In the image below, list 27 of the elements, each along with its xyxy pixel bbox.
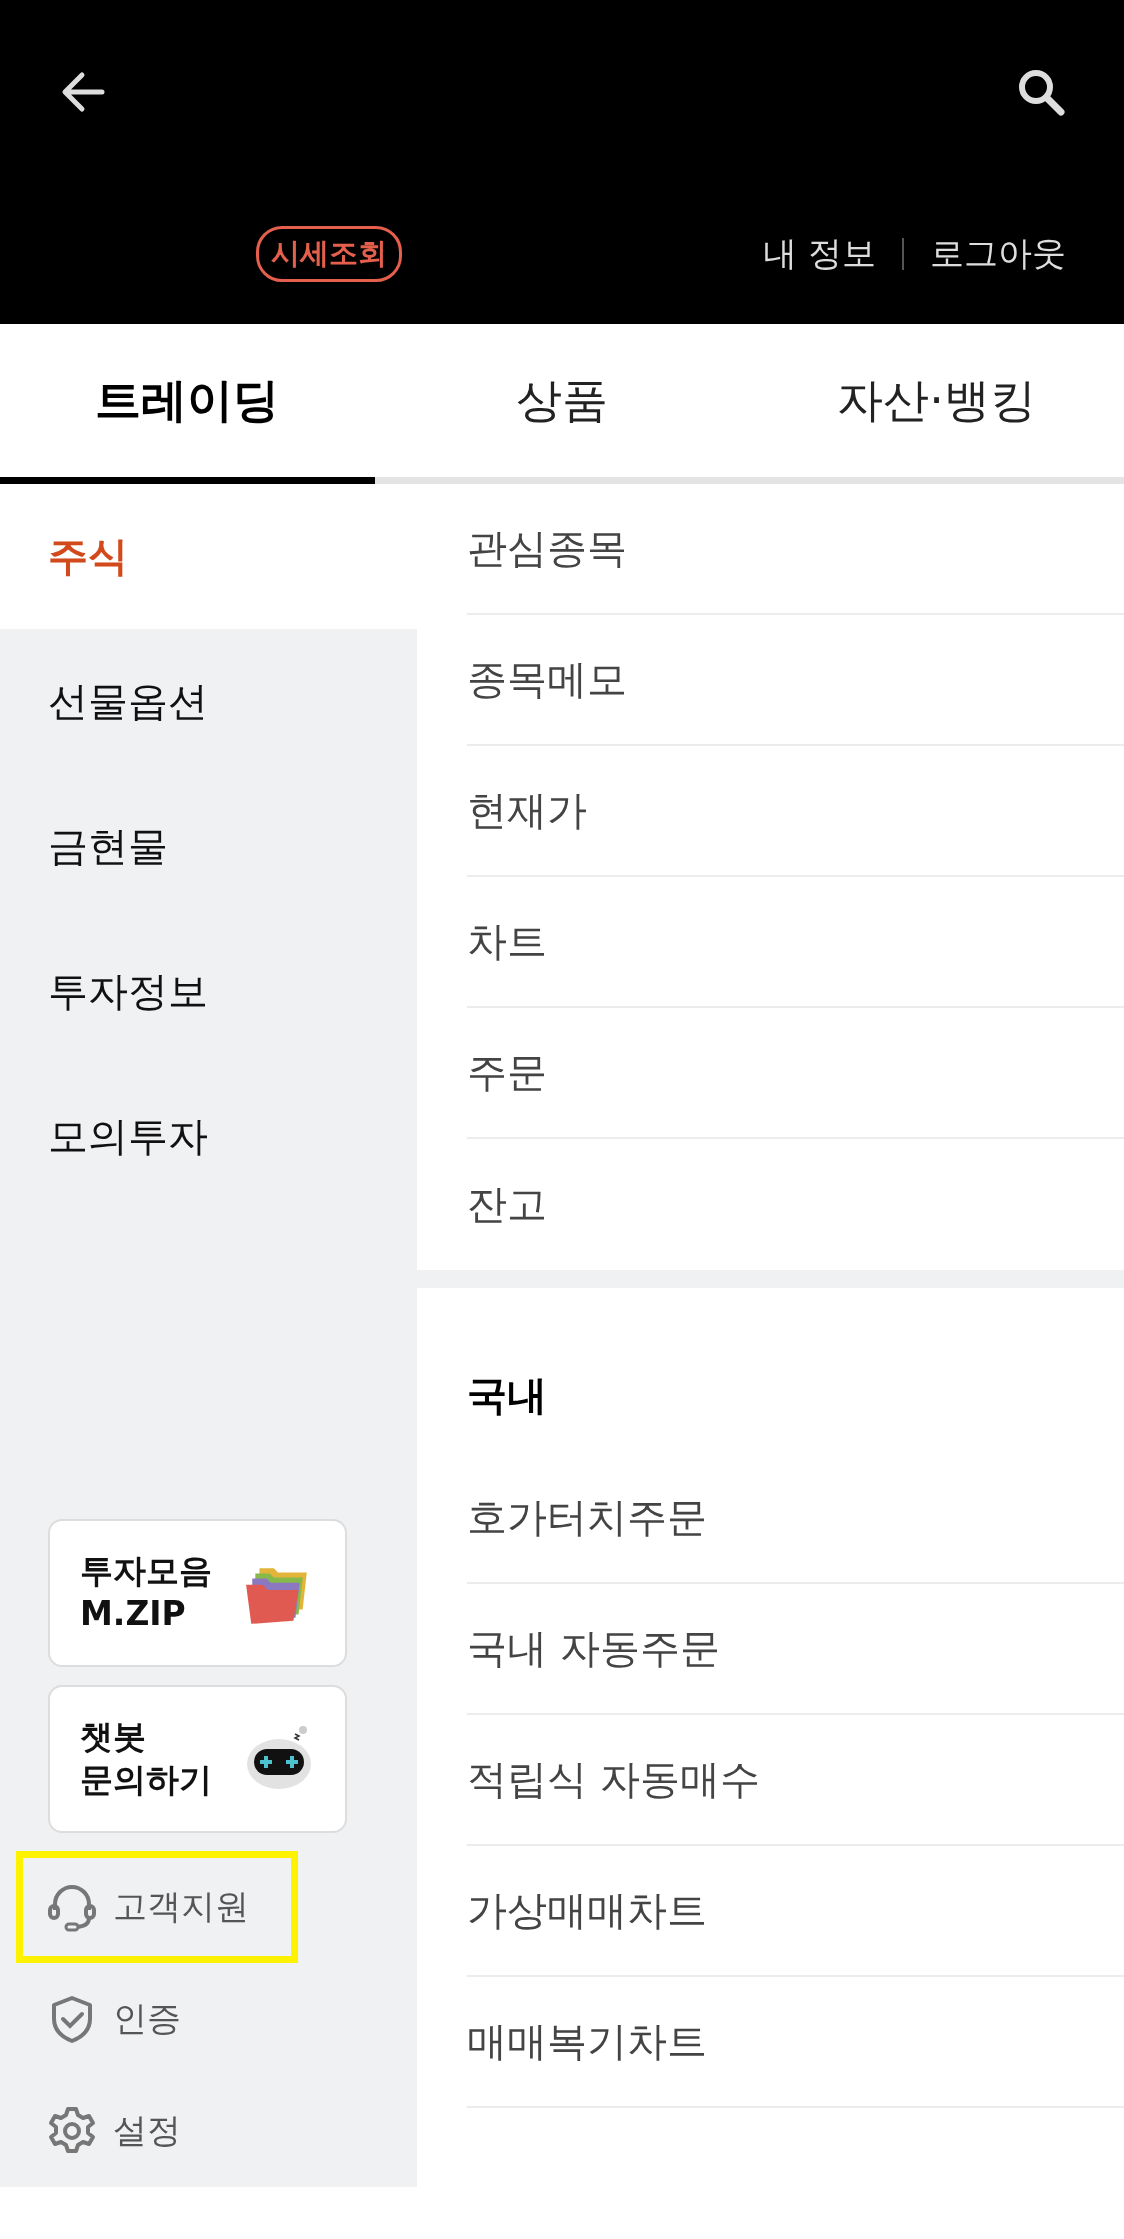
header-link[interactable]: 내 정보	[763, 231, 876, 277]
menu-item[interactable]: 가상매매차트	[467, 1846, 1124, 1977]
sidebar-link[interactable]: 설정	[16, 2075, 298, 2187]
menu-item[interactable]: 국내 자동주문	[467, 1584, 1124, 1715]
shortcut-card[interactable]: 투자모음 M.ZIP	[48, 1519, 347, 1667]
sidebar-item[interactable]: 금현물	[0, 774, 417, 919]
sidebar-item[interactable]: 주식	[0, 484, 417, 629]
sidebar-item[interactable]: 투자정보	[0, 919, 417, 1064]
quote-badge[interactable]: 시세조회	[256, 226, 402, 282]
sidebar-item[interactable]: 선물옵션	[0, 629, 417, 774]
menu-item[interactable]: 잔고	[467, 1139, 1124, 1270]
tab[interactable]: 자산·뱅킹	[749, 324, 1124, 484]
header-link[interactable]: 로그아웃	[930, 231, 1066, 277]
sidebar-link[interactable]: 인증	[16, 1963, 298, 2075]
menu-item[interactable]: 주문	[467, 1008, 1124, 1139]
section-title: 국내	[467, 1371, 548, 1420]
menu-item[interactable]: 종목메모	[467, 615, 1124, 746]
tab[interactable]: 상품	[374, 324, 750, 484]
menu-item[interactable]: 매매복기차트	[467, 1977, 1124, 2108]
menu-item[interactable]: 현재가	[467, 746, 1124, 877]
menu-item[interactable]: 호가터치주문	[467, 1453, 1124, 1584]
sidebar-link[interactable]: 고객지원	[16, 1851, 298, 1963]
menu-item[interactable]: 차트	[467, 877, 1124, 1008]
menu-item[interactable]: 적립식 자동매수	[467, 1715, 1124, 1846]
shortcut-card[interactable]: 챗봇 문의하기	[48, 1685, 347, 1833]
menu-item[interactable]: 관심종목	[467, 484, 1124, 615]
sidebar-item[interactable]: 모의투자	[0, 1064, 417, 1209]
